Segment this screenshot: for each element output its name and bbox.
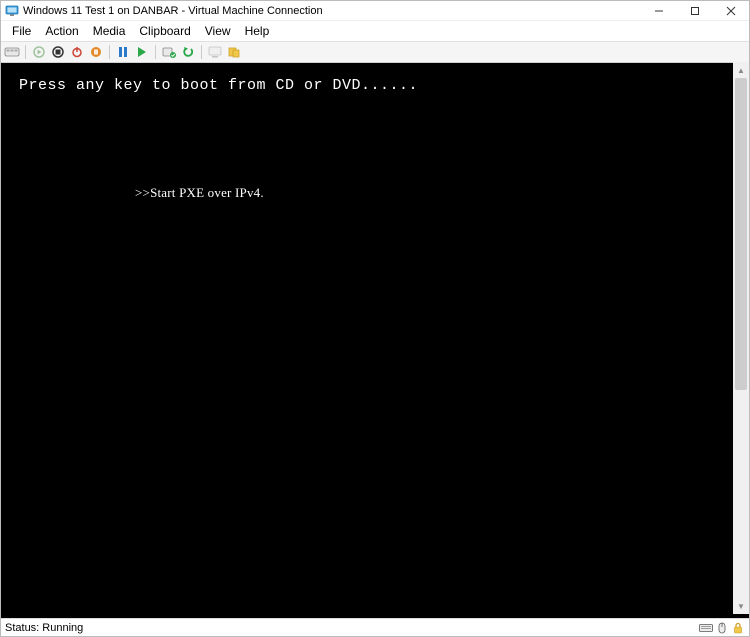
- menu-clipboard[interactable]: Clipboard: [132, 22, 197, 40]
- toolbar: [1, 41, 749, 63]
- share-button[interactable]: [225, 43, 243, 61]
- scroll-thumb[interactable]: [735, 78, 747, 390]
- revert-button[interactable]: [179, 43, 197, 61]
- menu-help[interactable]: Help: [238, 22, 277, 40]
- lock-status-icon: [731, 621, 745, 635]
- window-controls: [641, 1, 749, 20]
- reset-button[interactable]: [133, 43, 151, 61]
- vmconnect-window: Windows 11 Test 1 on DANBAR - Virtual Ma…: [0, 0, 750, 637]
- pxe-status-text: >>Start PXE over IPv4.: [135, 185, 264, 201]
- app-icon: [5, 4, 19, 18]
- toolbar-separator: [25, 45, 26, 59]
- menu-bar: File Action Media Clipboard View Help: [1, 21, 749, 41]
- start-button: [30, 43, 48, 61]
- toolbar-separator: [109, 45, 110, 59]
- boot-prompt-text: Press any key to boot from CD or DVD....…: [19, 77, 418, 94]
- turn-off-button[interactable]: [49, 43, 67, 61]
- toolbar-separator: [201, 45, 202, 59]
- checkpoint-button[interactable]: [160, 43, 178, 61]
- ctrl-alt-del-button[interactable]: [3, 43, 21, 61]
- mouse-status-icon: [715, 621, 729, 635]
- keyboard-status-icon: [699, 621, 713, 635]
- vertical-scrollbar[interactable]: ▲ ▼: [733, 62, 749, 614]
- status-bar: Status: Running: [1, 618, 749, 636]
- window-title: Windows 11 Test 1 on DANBAR - Virtual Ma…: [23, 5, 641, 17]
- vm-console[interactable]: Press any key to boot from CD or DVD....…: [1, 63, 749, 618]
- minimize-button[interactable]: [641, 1, 677, 20]
- menu-file[interactable]: File: [5, 22, 38, 40]
- enhanced-session-button: [206, 43, 224, 61]
- pause-button[interactable]: [114, 43, 132, 61]
- menu-action[interactable]: Action: [38, 22, 85, 40]
- title-bar[interactable]: Windows 11 Test 1 on DANBAR - Virtual Ma…: [1, 1, 749, 21]
- scroll-track[interactable]: [733, 78, 749, 598]
- shutdown-button[interactable]: [68, 43, 86, 61]
- scroll-down-arrow[interactable]: ▼: [733, 598, 749, 614]
- status-text: Status: Running: [5, 622, 83, 634]
- toolbar-separator: [155, 45, 156, 59]
- menu-media[interactable]: Media: [86, 22, 133, 40]
- close-button[interactable]: [713, 1, 749, 20]
- scroll-up-arrow[interactable]: ▲: [733, 62, 749, 78]
- maximize-button[interactable]: [677, 1, 713, 20]
- menu-view[interactable]: View: [198, 22, 238, 40]
- save-button[interactable]: [87, 43, 105, 61]
